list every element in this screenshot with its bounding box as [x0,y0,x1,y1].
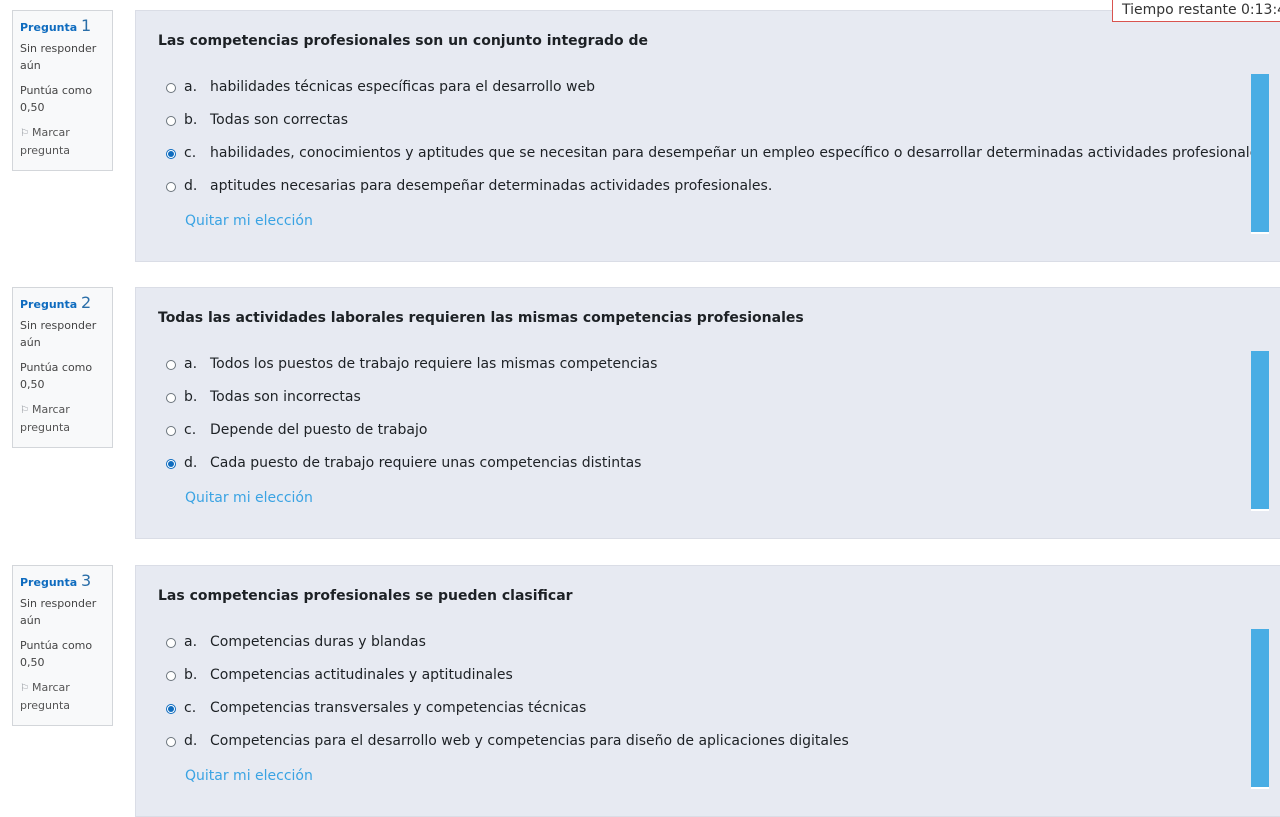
answer-letter: a. [184,356,198,372]
answer-text[interactable]: aptitudes necesarias para desempeñar det… [210,178,772,194]
flag-question[interactable]: ⚐ Marcar pregunta [20,124,105,159]
answer-text[interactable]: Competencias para el desarrollo web y co… [210,733,849,749]
answer-letter: d. [184,455,198,471]
answer-option[interactable]: c. Depende del puesto de trabajo [166,422,657,455]
question-label: Pregunta [20,298,78,311]
radio-button[interactable] [166,737,176,747]
radio-button[interactable] [166,182,176,192]
question-text: Todas las actividades laborales requiere… [158,310,804,326]
clear-choice-link[interactable]: Quitar mi elección [185,490,313,506]
question-content: Las competencias profesionales se pueden… [135,565,1280,817]
question-text: Las competencias profesionales se pueden… [158,588,573,604]
answer-letter: c. [184,422,197,438]
question-2: Pregunta 2 Sin responder aún Puntúa como… [0,287,1280,539]
question-grade: Puntúa como 0,50 [20,639,93,669]
question-1: Pregunta 1 Sin responder aún Puntúa como… [0,10,1280,262]
question-state: Sin responder aún [20,319,97,349]
answer-option[interactable]: d. aptitudes necesarias para desempeñar d… [166,178,1270,211]
radio-button[interactable] [166,83,176,93]
answer-list: a. habilidades técnicas específicas para … [166,79,1270,211]
accent-bar [1251,74,1269,234]
question-content: Todas las actividades laborales requiere… [135,287,1280,539]
radio-button-selected[interactable] [166,459,176,469]
radio-button[interactable] [166,426,176,436]
clear-choice-link[interactable]: Quitar mi elección [185,768,313,784]
flag-icon: ⚐ [20,683,29,694]
answer-letter: d. [184,178,198,194]
accent-bar [1251,351,1269,511]
answer-text[interactable]: Competencias duras y blandas [210,634,426,650]
answer-text[interactable]: Todas son incorrectas [210,389,361,405]
answer-letter: b. [184,667,198,683]
answer-letter: d. [184,733,198,749]
question-number-value: 2 [81,293,92,312]
question-number-value: 1 [81,16,92,35]
question-state: Sin responder aún [20,42,97,72]
answer-option[interactable]: b. Competencias actitudinales y aptitudin… [166,667,849,700]
question-info: Pregunta 3 Sin responder aún Puntúa como… [12,565,113,726]
radio-button[interactable] [166,671,176,681]
question-number-value: 3 [81,571,92,590]
question-label: Pregunta [20,576,78,589]
flag-question[interactable]: ⚐ Marcar pregunta [20,401,105,436]
answer-letter: a. [184,79,198,95]
answer-text[interactable]: Todas son correctas [210,112,348,128]
answer-option[interactable]: c. habilidades, conocimientos y aptitudes… [166,145,1270,178]
question-number: Pregunta 1 [20,17,105,36]
answer-option[interactable]: d. Cada puesto de trabajo requiere unas c… [166,455,657,488]
radio-button[interactable] [166,360,176,370]
answer-option[interactable]: b. Todas son incorrectas [166,389,657,422]
radio-button[interactable] [166,638,176,648]
radio-button-selected[interactable] [166,704,176,714]
answer-option[interactable]: c. Competencias transversales y competenc… [166,700,849,733]
answer-text[interactable]: Depende del puesto de trabajo [210,422,427,438]
clear-choice-link[interactable]: Quitar mi elección [185,213,313,229]
answer-text[interactable]: Todos los puestos de trabajo requiere la… [210,356,657,372]
answer-text[interactable]: Cada puesto de trabajo requiere unas com… [210,455,641,471]
question-label: Pregunta [20,21,78,34]
answer-letter: b. [184,389,198,405]
time-remaining: Tiempo restante 0:13:42 [1112,0,1280,22]
question-info: Pregunta 2 Sin responder aún Puntúa como… [12,287,113,448]
question-number: Pregunta 3 [20,572,105,591]
answer-option[interactable]: a. habilidades técnicas específicas para … [166,79,1270,112]
question-state: Sin responder aún [20,597,97,627]
answer-option[interactable]: b. Todas son correctas [166,112,1270,145]
question-info: Pregunta 1 Sin responder aún Puntúa como… [12,10,113,171]
answer-option[interactable]: d. Competencias para el desarrollo web y … [166,733,849,766]
answer-text[interactable]: Competencias actitudinales y aptitudinal… [210,667,513,683]
flag-icon: ⚐ [20,405,29,416]
question-3: Pregunta 3 Sin responder aún Puntúa como… [0,565,1280,817]
flag-question[interactable]: ⚐ Marcar pregunta [20,679,105,714]
question-grade: Puntúa como 0,50 [20,84,93,114]
question-number: Pregunta 2 [20,294,105,313]
radio-button[interactable] [166,393,176,403]
answer-list: a. Todos los puestos de trabajo requiere … [166,356,657,488]
question-content: Las competencias profesionales son un co… [135,10,1280,262]
answer-option[interactable]: a. Todos los puestos de trabajo requiere … [166,356,657,389]
answer-letter: c. [184,145,197,161]
answer-letter: b. [184,112,198,128]
answer-text[interactable]: habilidades técnicas específicas para el… [210,79,595,95]
answer-text[interactable]: habilidades, conocimientos y aptitudes q… [210,145,1270,161]
answer-list: a. Competencias duras y blandas b. Compete… [166,634,849,766]
flag-icon: ⚐ [20,128,29,139]
answer-letter: c. [184,700,197,716]
answer-option[interactable]: a. Competencias duras y blandas [166,634,849,667]
question-text: Las competencias profesionales son un co… [158,33,649,49]
question-grade: Puntúa como 0,50 [20,361,93,391]
accent-bar [1251,629,1269,789]
answer-text[interactable]: Competencias transversales y competencia… [210,700,586,716]
answer-letter: a. [184,634,198,650]
radio-button[interactable] [166,116,176,126]
radio-button-selected[interactable] [166,149,176,159]
